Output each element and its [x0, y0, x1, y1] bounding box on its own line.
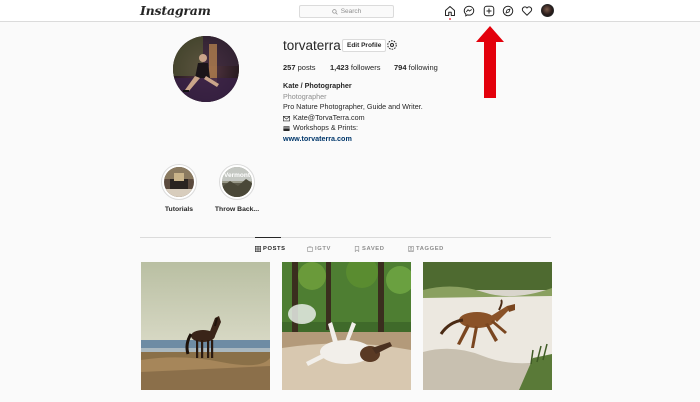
following-label: following — [408, 63, 438, 72]
tab-igtv[interactable]: IGTV — [307, 246, 331, 252]
red-arrow-annotation — [476, 26, 504, 98]
search-placeholder: Search — [340, 8, 362, 15]
settings-gear-icon[interactable] — [386, 39, 398, 51]
bio-category: Photographer — [283, 91, 327, 101]
bio-email: Kate@TorvaTerra.com — [293, 112, 365, 122]
bio-email-line: Kate@TorvaTerra.com — [283, 113, 423, 124]
followers-label: followers — [350, 63, 381, 72]
highlight-cover-vermont: Vermont — [222, 167, 252, 197]
envelope-icon — [283, 115, 290, 121]
profile-bio: Kate / Photographer Photographer Pro Nat… — [283, 81, 423, 145]
post-thumbnail-2[interactable] — [282, 262, 411, 390]
followers-count: 1,423 — [330, 63, 349, 72]
activity-heart-icon[interactable] — [521, 5, 533, 17]
home-icon[interactable] — [444, 5, 456, 17]
bio-name: Kate / Photographer — [283, 81, 352, 90]
tab-label: TAGGED — [416, 246, 444, 252]
highlight-cover-text: Vermont — [224, 172, 251, 179]
profile-avatar-small[interactable] — [541, 4, 554, 17]
post-thumbnail-3[interactable] — [423, 262, 552, 390]
new-post-icon[interactable] — [483, 5, 495, 17]
following-count: 794 — [394, 63, 407, 72]
igtv-icon — [307, 246, 313, 252]
tab-label: SAVED — [362, 246, 385, 252]
highlight-cover-tutorials — [164, 167, 194, 197]
credit-card-icon — [283, 126, 290, 132]
highlight-label: Throw Back... — [214, 206, 260, 213]
bio-description: Pro Nature Photographer, Guide and Write… — [283, 102, 423, 112]
tab-label: POSTS — [263, 246, 286, 252]
tab-tagged[interactable]: TAGGED — [408, 246, 444, 252]
post-thumbnail-1[interactable] — [141, 262, 270, 390]
tab-saved[interactable]: SAVED — [354, 246, 385, 252]
home-active-indicator — [449, 18, 451, 20]
edit-profile-button[interactable]: Edit Profile — [342, 39, 387, 52]
explore-icon[interactable] — [502, 5, 514, 17]
profile-username: torvaterra — [283, 38, 341, 53]
stat-followers[interactable]: 1,423 followers — [330, 63, 380, 72]
active-tab-indicator — [255, 237, 281, 238]
profile-picture[interactable] — [173, 36, 239, 102]
stat-following[interactable]: 794 following — [394, 63, 438, 72]
bio-website-link[interactable]: www.torvaterra.com — [283, 134, 423, 145]
highlight-throwback[interactable]: Vermont Throw Back... — [202, 164, 272, 213]
posts-label: posts — [297, 63, 316, 72]
stat-posts: 257 posts — [283, 63, 316, 72]
bio-workshops: Workshops & Prints: — [293, 123, 358, 133]
messenger-icon[interactable] — [463, 5, 475, 17]
instagram-logo[interactable]: Instagram — [140, 3, 211, 18]
search-icon — [331, 8, 338, 15]
tab-label: IGTV — [315, 246, 331, 252]
bio-workshops-line: Workshops & Prints: — [283, 123, 423, 134]
tab-posts[interactable]: POSTS — [255, 246, 286, 252]
tag-icon — [408, 246, 414, 252]
posts-count: 257 — [283, 63, 296, 72]
search-input[interactable]: Search — [299, 5, 394, 18]
bookmark-icon — [354, 246, 360, 252]
tabs-divider — [140, 237, 551, 238]
highlight-ring: Vermont — [219, 164, 255, 200]
highlight-ring — [161, 164, 197, 200]
profile-tabs: POSTS IGTV SAVED TAGGED — [0, 246, 700, 256]
grid-icon — [255, 246, 261, 252]
top-navigation-bar: Instagram Search — [0, 0, 700, 22]
